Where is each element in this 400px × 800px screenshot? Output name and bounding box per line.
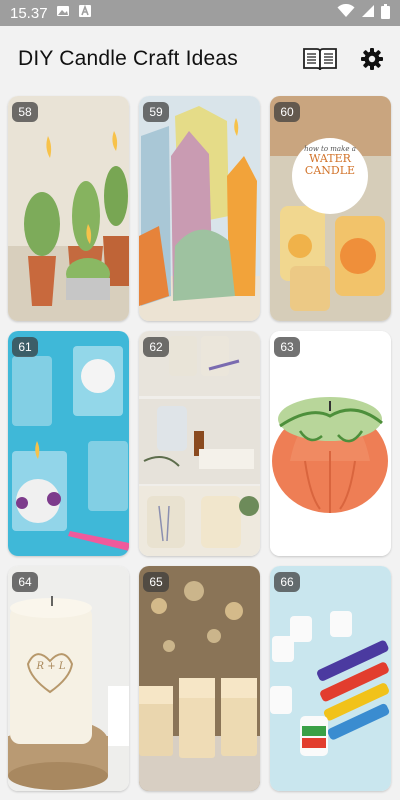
idea-card-63[interactable]: 63	[270, 331, 391, 556]
idea-card-64[interactable]: R + L 64	[8, 566, 129, 791]
gold-glass-candles-image	[139, 566, 260, 791]
signal-icon	[361, 4, 375, 22]
idea-card-59[interactable]: 59	[139, 96, 260, 321]
image-icon	[56, 4, 70, 22]
card-number-badge: 61	[12, 337, 38, 357]
herb-jar-candles-image	[139, 331, 260, 556]
idea-grid: 58 59 60 how to make a WATER CANDLE 61 6…	[8, 96, 392, 791]
idea-card-61[interactable]: 61	[8, 331, 129, 556]
overlay-line3: CANDLE	[304, 163, 356, 177]
idea-card-62[interactable]: 62	[139, 331, 260, 556]
book-icon[interactable]	[302, 46, 338, 72]
idea-card-66[interactable]: 66	[270, 566, 391, 791]
battery-icon	[381, 3, 390, 23]
card-number-badge: 60	[274, 102, 300, 122]
engraved-pillar-candle-image	[8, 566, 129, 791]
engraving-text: R + L	[36, 661, 66, 672]
text-a-icon	[78, 4, 92, 22]
status-time: 15.37	[10, 4, 48, 22]
idea-card-58[interactable]: 58	[8, 96, 129, 321]
cactus-candles-image	[8, 96, 129, 321]
idea-card-60[interactable]: 60 how to make a WATER CANDLE	[270, 96, 391, 321]
wifi-icon	[337, 3, 355, 22]
painted-tealights-image	[270, 566, 391, 791]
water-candle-overlay: how to make a WATER CANDLE	[292, 145, 368, 177]
card-number-badge: 63	[274, 337, 300, 357]
card-number-badge: 59	[143, 102, 169, 122]
crystal-candles-image	[139, 96, 260, 321]
status-bar: 15.37	[0, 0, 400, 26]
app-bar: DIY Candle Craft Ideas	[0, 26, 400, 92]
pumpkin-candle-image	[270, 331, 391, 556]
glass-votive-candles-image	[8, 331, 129, 556]
card-number-badge: 62	[143, 337, 169, 357]
app-title: DIY Candle Craft Ideas	[18, 47, 238, 70]
water-candle-image	[270, 96, 391, 321]
idea-card-65[interactable]: 65	[139, 566, 260, 791]
card-number-badge: 66	[274, 572, 300, 592]
card-number-badge: 65	[143, 572, 169, 592]
gear-icon[interactable]	[360, 47, 384, 71]
card-number-badge: 64	[12, 572, 38, 592]
card-number-badge: 58	[12, 102, 38, 122]
